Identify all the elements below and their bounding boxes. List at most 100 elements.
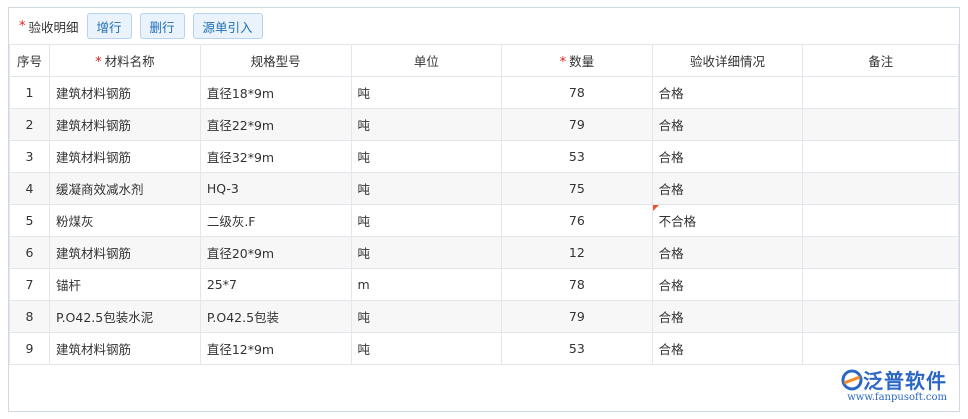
cell-spec[interactable]: P.O42.5包装: [199, 300, 352, 333]
col-header-seq[interactable]: 序号: [9, 44, 50, 77]
delete-row-button[interactable]: 删行: [139, 13, 185, 39]
cell-material-name[interactable]: 锚杆: [48, 268, 201, 301]
col-header-quantity[interactable]: * 数量: [501, 44, 653, 77]
cell-seq: 8: [9, 300, 50, 333]
cell-quantity[interactable]: 79: [501, 108, 653, 141]
cell-spec[interactable]: 直径20*9m: [199, 236, 352, 269]
toolbar: * 验收明细 增行 删行 源单引入: [9, 8, 959, 44]
cell-seq: 6: [9, 236, 50, 269]
cell-quantity[interactable]: 12: [501, 236, 653, 269]
cell-remark[interactable]: [802, 172, 959, 205]
cell-detail[interactable]: 不合格: [651, 204, 804, 237]
col-header-quantity-label: 数量: [569, 54, 595, 69]
cell-material-name[interactable]: 粉煤灰: [48, 204, 201, 237]
required-mark: *: [19, 18, 26, 34]
cell-detail[interactable]: 合格: [651, 268, 804, 301]
table-row[interactable]: 5 粉煤灰 二级灰.F 吨 76 不合格: [9, 204, 959, 237]
cell-spec[interactable]: 二级灰.F: [199, 204, 352, 237]
table-row[interactable]: 8 P.O42.5包装水泥 P.O42.5包装 吨 79 合格: [9, 300, 959, 333]
cell-unit[interactable]: 吨: [350, 204, 503, 237]
detail-table: 序号 * 材料名称 规格型号 单位 * 数量 验收详细情况 备注 1 建筑材料钢筋 …: [9, 44, 959, 365]
cell-seq: 1: [9, 76, 50, 109]
cell-seq: 7: [9, 268, 50, 301]
required-mark: *: [95, 55, 102, 70]
cell-spec[interactable]: 25*7: [199, 268, 352, 301]
cell-unit[interactable]: 吨: [350, 300, 503, 333]
cell-seq: 9: [9, 332, 50, 365]
cell-material-name[interactable]: 建筑材料钢筋: [48, 140, 201, 173]
cell-remark[interactable]: [802, 236, 959, 269]
cell-unit[interactable]: m: [350, 268, 503, 301]
cell-remark[interactable]: [802, 76, 959, 109]
cell-remark[interactable]: [802, 108, 959, 141]
cell-remark[interactable]: [802, 268, 959, 301]
section-title: * 验收明细: [19, 17, 79, 36]
cell-remark[interactable]: [802, 204, 959, 237]
cell-material-name[interactable]: 缓凝商效减水剂: [48, 172, 201, 205]
table-row[interactable]: 9 建筑材料钢筋 直径12*9m 吨 53 合格: [9, 332, 959, 365]
cell-material-name[interactable]: 建筑材料钢筋: [48, 236, 201, 269]
cell-quantity[interactable]: 76: [501, 204, 653, 237]
cell-material-name[interactable]: 建筑材料钢筋: [48, 108, 201, 141]
cell-remark[interactable]: [802, 140, 959, 173]
cell-spec[interactable]: HQ-3: [199, 172, 352, 205]
cell-detail[interactable]: 合格: [651, 108, 804, 141]
col-header-material-name-label: 材料名称: [104, 54, 155, 69]
fanpu-logo-icon: [841, 369, 863, 390]
cell-quantity[interactable]: 79: [501, 300, 653, 333]
cell-remark[interactable]: [802, 300, 959, 333]
cell-unit[interactable]: 吨: [350, 140, 503, 173]
section-title-label: 验收明细: [28, 19, 79, 35]
table-header-row: 序号 * 材料名称 规格型号 单位 * 数量 验收详细情况 备注: [9, 44, 959, 77]
cell-seq: 2: [9, 108, 50, 141]
cell-detail[interactable]: 合格: [651, 236, 804, 269]
cell-detail[interactable]: 合格: [651, 140, 804, 173]
cell-quantity[interactable]: 75: [501, 172, 653, 205]
acceptance-detail-panel: * 验收明细 增行 删行 源单引入 序号 * 材料名称 规格型号 单位 * 数量 验…: [8, 7, 960, 412]
table-row[interactable]: 7 锚杆 25*7 m 78 合格: [9, 268, 959, 301]
cell-quantity[interactable]: 53: [501, 140, 653, 173]
cell-seq: 5: [9, 204, 50, 237]
cell-unit[interactable]: 吨: [350, 332, 503, 365]
table-row[interactable]: 3 建筑材料钢筋 直径32*9m 吨 53 合格: [9, 140, 959, 173]
edited-cell-marker-icon: [653, 205, 659, 211]
table-row[interactable]: 6 建筑材料钢筋 直径20*9m 吨 12 合格: [9, 236, 959, 269]
cell-quantity[interactable]: 53: [501, 332, 653, 365]
cell-unit[interactable]: 吨: [350, 172, 503, 205]
col-header-detail[interactable]: 验收详细情况: [651, 44, 804, 77]
cell-quantity[interactable]: 78: [501, 268, 653, 301]
logo-name: 泛普软件: [863, 369, 947, 393]
cell-material-name[interactable]: 建筑材料钢筋: [48, 76, 201, 109]
col-header-material-name[interactable]: * 材料名称: [48, 44, 201, 77]
add-row-button[interactable]: 增行: [86, 13, 132, 39]
cell-detail[interactable]: 合格: [651, 300, 804, 333]
import-source-button[interactable]: 源单引入: [192, 13, 263, 39]
cell-material-name[interactable]: P.O42.5包装水泥: [48, 300, 201, 333]
cell-unit[interactable]: 吨: [350, 108, 503, 141]
cell-detail[interactable]: 合格: [651, 172, 804, 205]
cell-material-name[interactable]: 建筑材料钢筋: [48, 332, 201, 365]
cell-remark[interactable]: [802, 332, 959, 365]
col-header-spec[interactable]: 规格型号: [199, 44, 352, 77]
cell-quantity[interactable]: 78: [501, 76, 653, 109]
cell-detail[interactable]: 合格: [651, 76, 804, 109]
cell-spec[interactable]: 直径12*9m: [199, 332, 352, 365]
cell-detail-text: 不合格: [658, 214, 697, 229]
cell-spec[interactable]: 直径22*9m: [199, 108, 352, 141]
brand-logo: 泛普软件 www.fanpusoft.com: [841, 365, 947, 403]
table-row[interactable]: 1 建筑材料钢筋 直径18*9m 吨 78 合格: [9, 76, 959, 109]
col-header-unit[interactable]: 单位: [350, 44, 503, 77]
table-row[interactable]: 2 建筑材料钢筋 直径22*9m 吨 79 合格: [9, 108, 959, 141]
table-row[interactable]: 4 缓凝商效减水剂 HQ-3 吨 75 合格: [9, 172, 959, 205]
cell-unit[interactable]: 吨: [350, 76, 503, 109]
cell-unit[interactable]: 吨: [350, 236, 503, 269]
cell-spec[interactable]: 直径32*9m: [199, 140, 352, 173]
cell-detail[interactable]: 合格: [651, 332, 804, 365]
required-mark: *: [559, 55, 567, 70]
cell-seq: 4: [9, 172, 50, 205]
logo-url: www.fanpusoft.com: [847, 392, 947, 403]
cell-spec[interactable]: 直径18*9m: [199, 76, 352, 109]
cell-seq: 3: [9, 140, 50, 173]
col-header-remark[interactable]: 备注: [802, 44, 959, 77]
logo-top: 泛普软件: [841, 365, 947, 394]
